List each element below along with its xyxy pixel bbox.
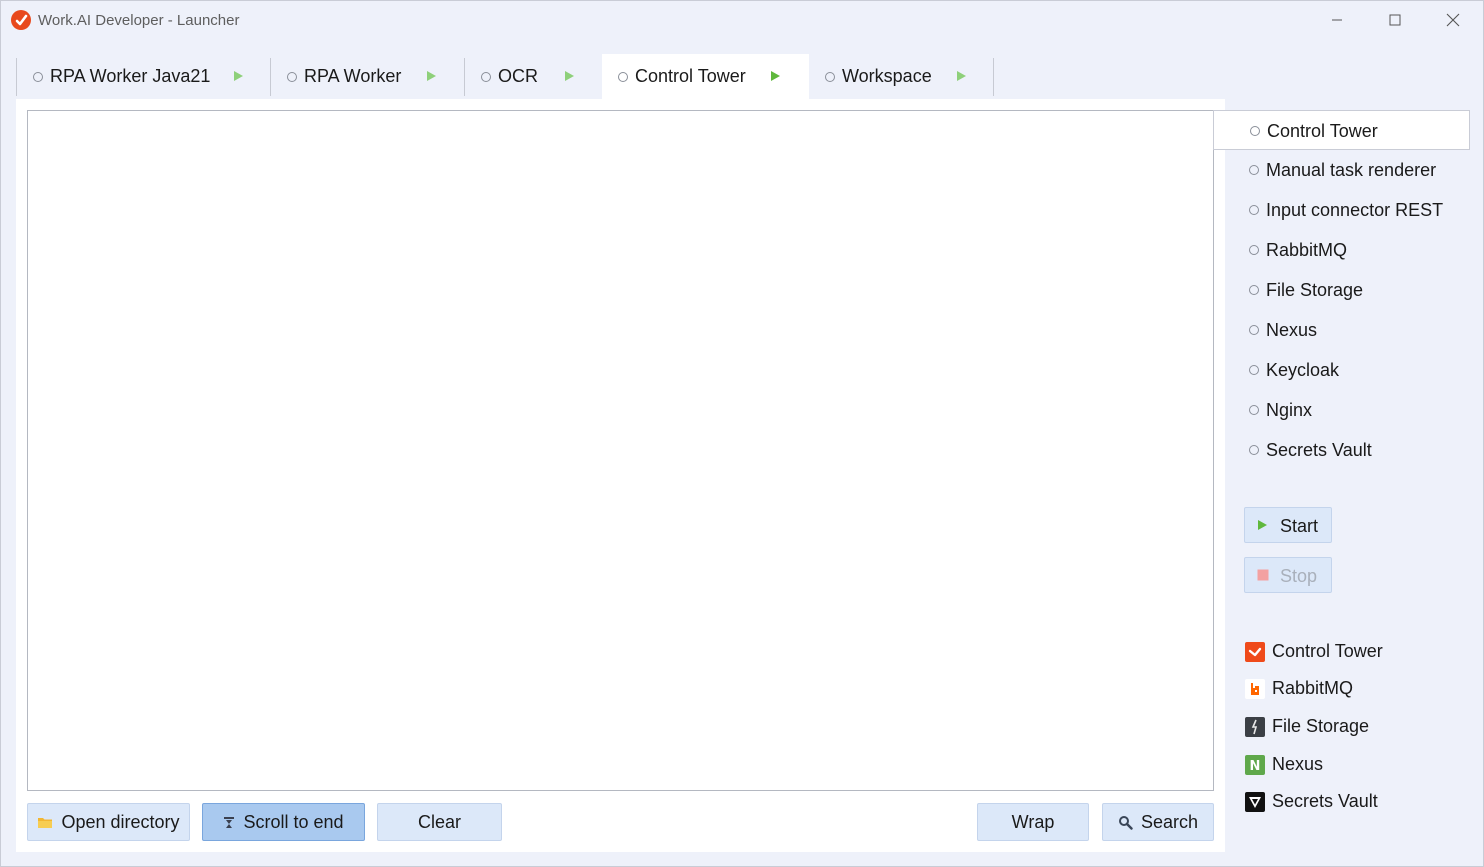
status-dot-icon [1249,405,1259,415]
play-icon[interactable] [956,70,967,82]
service-label: RabbitMQ [1266,240,1348,260]
service-label: Input connector REST [1266,200,1444,220]
scroll-to-end-icon [224,816,235,828]
tab-rpa-worker[interactable]: RPA Worker [271,54,464,99]
service-label: Secrets Vault [1266,440,1372,460]
maximize-button[interactable] [1366,1,1424,39]
start-button[interactable]: Start [1244,507,1332,543]
scroll-to-end-button[interactable]: Scroll to end [202,803,365,841]
service-label: Manual task renderer [1266,160,1437,180]
link-label: Control Tower [1272,641,1383,661]
status-dot-icon [618,72,628,82]
service-item-manual-task-renderer[interactable]: Manual task renderer [1213,150,1470,190]
service-label: Nexus [1266,320,1318,340]
service-item-keycloak[interactable]: Keycloak [1213,350,1470,390]
service-label: Control Tower [1267,121,1378,141]
status-dot-icon [1249,205,1259,215]
launcher-window: Work.AI Developer - Launcher RPA Worker … [0,0,1484,867]
status-dot-icon [1249,165,1259,175]
service-label: Nginx [1266,400,1313,420]
control-tower-icon [1245,642,1265,662]
service-label: File Storage [1266,280,1364,300]
rabbitmq-icon [1245,679,1265,699]
status-dot-icon [1249,365,1259,375]
log-output-area[interactable] [27,110,1214,791]
tab-label: OCR [498,66,538,86]
open-directory-label: Open directory [61,811,180,832]
play-icon[interactable] [564,70,575,82]
wrap-label: Wrap [1011,811,1055,832]
window-title: Work.AI Developer - Launcher [38,12,240,29]
tab-workspace[interactable]: Workspace [809,54,993,99]
link-label: RabbitMQ [1272,678,1354,698]
vault-icon [1245,792,1265,812]
status-dot-icon [481,72,491,82]
tab-separator [993,58,994,96]
service-item-control-tower[interactable]: Control Tower [1213,110,1470,150]
file-storage-icon [1245,717,1265,737]
open-directory-button[interactable]: Open directory [27,803,190,841]
scroll-to-end-label: Scroll to end [243,811,344,832]
nexus-icon: N [1245,755,1265,775]
link-label: Nexus [1272,754,1324,774]
status-dot-icon [33,72,43,82]
play-icon[interactable] [770,70,781,82]
service-item-input-connector-rest[interactable]: Input connector REST [1213,190,1470,230]
status-dot-icon [1249,325,1259,335]
play-icon[interactable] [426,70,437,82]
title-bar: Work.AI Developer - Launcher [1,1,1483,39]
status-dot-icon [825,72,835,82]
svg-text:N: N [1250,759,1261,774]
tab-control-tower[interactable]: Control Tower [602,54,809,99]
service-item-nexus[interactable]: Nexus [1213,310,1470,350]
folder-icon [38,818,53,828]
service-item-rabbitmq[interactable]: RabbitMQ [1213,230,1470,270]
search-label: Search [1140,811,1199,832]
play-icon[interactable] [233,70,244,82]
service-item-nginx[interactable]: Nginx [1213,390,1470,430]
tab-label: Workspace [842,66,932,86]
close-button[interactable] [1424,1,1482,39]
service-item-secrets-vault[interactable]: Secrets Vault [1213,430,1470,470]
clear-button[interactable]: Clear [377,803,502,841]
play-icon [1258,520,1267,530]
search-button[interactable]: Search [1102,803,1214,841]
start-label: Start [1280,516,1319,536]
status-dot-icon [1250,126,1260,136]
link-label: Secrets Vault [1272,791,1378,811]
tab-rpa-worker-java21[interactable]: RPA Worker Java21 [17,54,270,99]
tab-label: Control Tower [635,66,746,86]
module-tabs: RPA Worker Java21 RPA Worker OCR Control… [16,54,1226,99]
status-dot-icon [1249,445,1259,455]
stop-icon [1257,569,1269,581]
status-dot-icon [287,72,297,82]
stop-button[interactable]: Stop [1244,557,1332,593]
app-logo-icon [11,10,31,30]
stop-label: Stop [1280,566,1318,586]
tab-ocr[interactable]: OCR [465,54,602,99]
service-item-file-storage[interactable]: File Storage [1213,270,1470,310]
status-dot-icon [1249,245,1259,255]
tab-label: RPA Worker Java21 [50,66,211,86]
clear-label: Clear [417,811,461,832]
tab-label: RPA Worker [304,66,402,86]
search-icon [1118,815,1133,830]
link-label: File Storage [1272,716,1370,736]
wrap-button[interactable]: Wrap [977,803,1089,841]
status-dot-icon [1249,285,1259,295]
minimize-button[interactable] [1308,1,1366,39]
service-label: Keycloak [1266,360,1340,380]
